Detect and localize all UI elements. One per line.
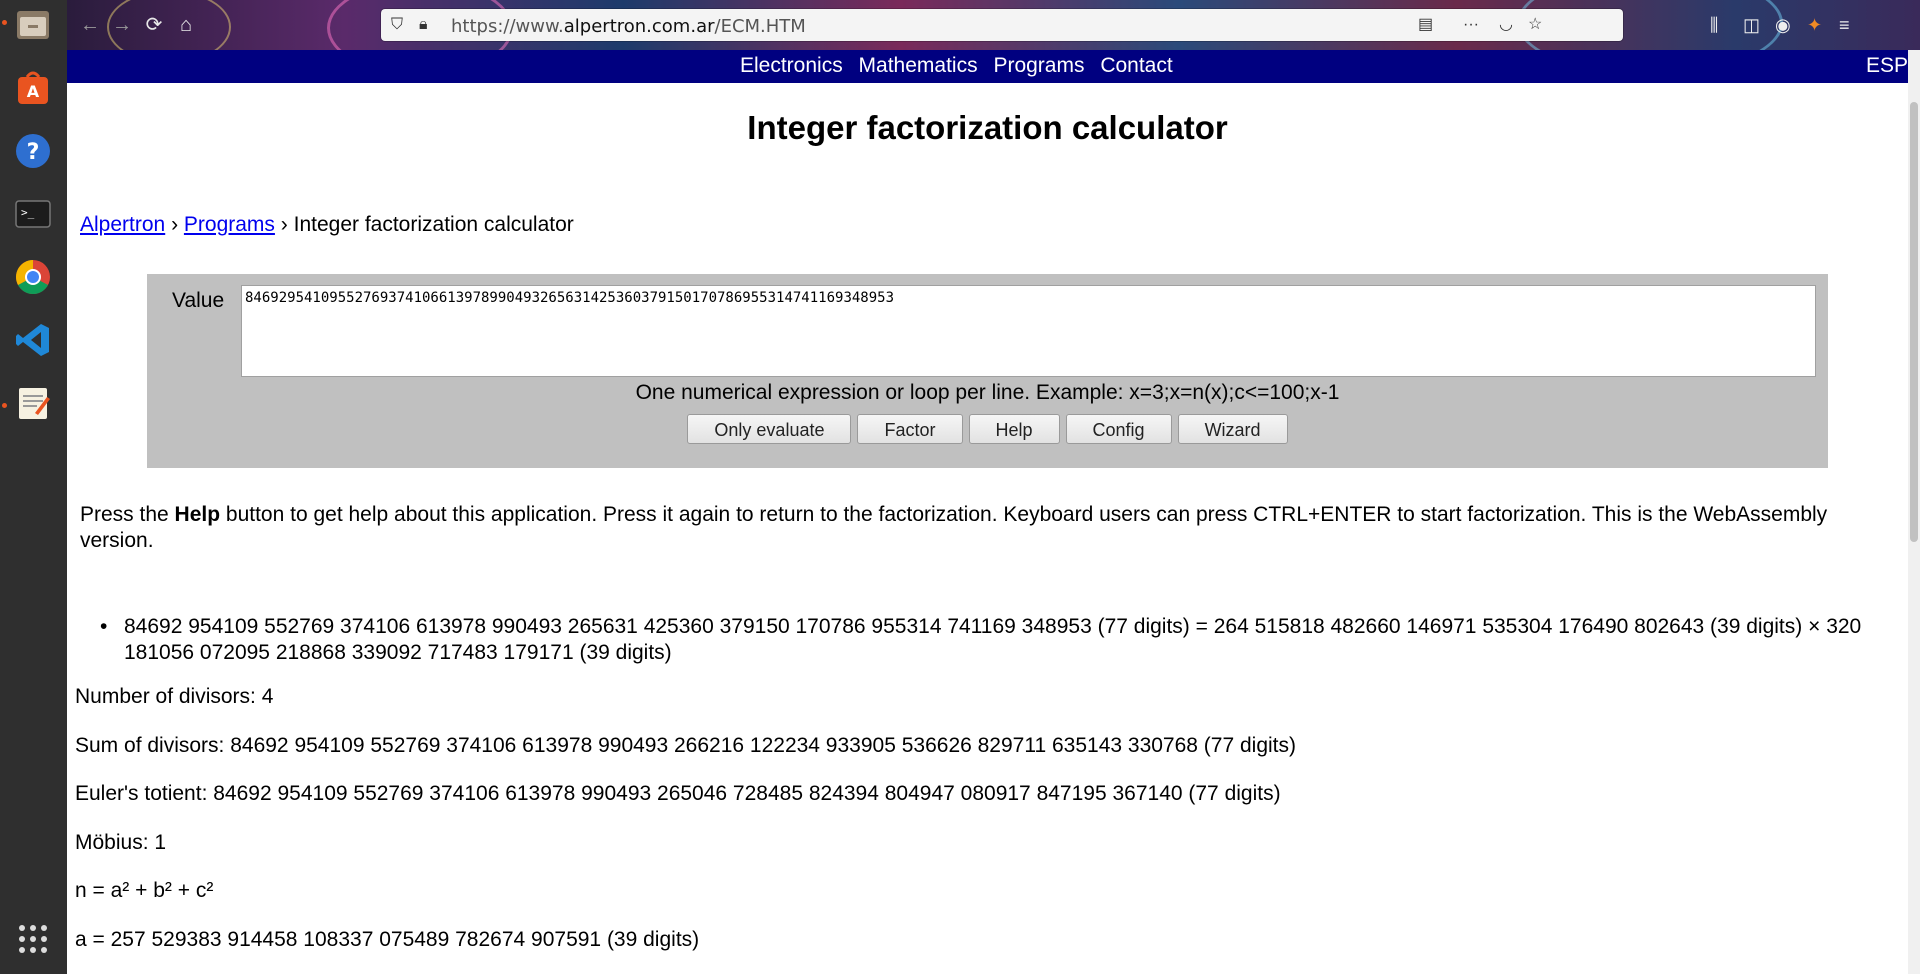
square-a-value: a = 257 529383 914458 108337 075489 7826… <box>75 928 700 951</box>
nav-programs-link[interactable]: Programs <box>993 54 1084 77</box>
number-of-divisors: Number of divisors: 4 <box>75 685 274 708</box>
text-editor-icon[interactable] <box>10 380 56 426</box>
breadcrumb-current: Integer factorization calculator <box>293 213 574 236</box>
lock-icon[interactable]: 🔒︎ <box>419 15 428 35</box>
factor-button[interactable]: Factor <box>857 414 963 444</box>
wizard-button[interactable]: Wizard <box>1177 414 1288 444</box>
nav-mathematics-link[interactable]: Mathematics <box>859 54 978 77</box>
svg-text:?: ? <box>27 140 40 165</box>
factorization-result-list: 84692 954109 552769 374106 613978 990493… <box>100 614 1890 666</box>
mobius-value: Möbius: 1 <box>75 831 167 854</box>
sum-of-divisors: Sum of divisors: 84692 954109 552769 374… <box>75 734 1297 757</box>
ubuntu-dock: A ? >_ <box>0 0 67 974</box>
factorization-result: 84692 954109 552769 374106 613978 990493… <box>100 614 1890 666</box>
menu-icon[interactable]: ≡ <box>1839 12 1850 38</box>
browser-toolbar: ← → ⟳ ⌂ ⛉ 🔒︎ https://www.alpertron.com.a… <box>67 0 1920 50</box>
config-button[interactable]: Config <box>1065 414 1172 444</box>
pocket-icon[interactable]: ◡ <box>1499 15 1513 35</box>
software-center-icon[interactable]: A <box>10 65 56 111</box>
nav-electronics-link[interactable]: Electronics <box>740 54 843 77</box>
site-nav: Electronics Mathematics Programs Contact… <box>67 50 1908 83</box>
sum-of-squares-formula: n = a² + b² + c² <box>75 879 214 902</box>
breadcrumb-alpertron-link[interactable]: Alpertron <box>80 213 165 236</box>
sidebar-icon[interactable]: ◫ <box>1743 12 1760 38</box>
library-icon[interactable]: ⫼ <box>1710 12 1718 38</box>
help-text-post: button to get help about this applicatio… <box>80 503 1828 552</box>
language-esp-link[interactable]: ESP <box>1866 54 1908 78</box>
scrollbar-thumb[interactable] <box>1910 102 1918 542</box>
account-icon[interactable]: ◉ <box>1775 12 1791 38</box>
input-hint: One numerical expression or loop per lin… <box>635 381 1340 404</box>
value-label: Value <box>172 289 225 312</box>
breadcrumb-separator: › <box>280 213 288 236</box>
show-applications-icon[interactable] <box>10 916 56 962</box>
home-icon[interactable]: ⌂ <box>173 12 199 38</box>
help-text-pre: Press the <box>80 503 175 526</box>
running-indicator <box>2 403 7 408</box>
page-actions-icon[interactable]: ··· <box>1463 15 1479 35</box>
terminal-icon[interactable]: >_ <box>10 191 56 237</box>
page-content: Integer factorization calculator Alpertr… <box>67 83 1908 974</box>
url-text[interactable]: https://www.alpertron.com.ar/ECM.HTM <box>451 16 806 37</box>
back-icon[interactable]: ← <box>77 12 103 38</box>
vscode-icon[interactable] <box>10 317 56 363</box>
reader-view-icon[interactable]: ▤ <box>1418 15 1433 35</box>
value-input[interactable]: 8469295410955276937410661397899049326563… <box>241 285 1816 377</box>
extension-fox-icon[interactable]: ✦ <box>1807 12 1822 38</box>
svg-text:>_: >_ <box>21 206 35 219</box>
reload-icon[interactable]: ⟳ <box>141 12 167 38</box>
url-bar[interactable]: ⛉ 🔒︎ https://www.alpertron.com.ar/ECM.HT… <box>381 9 1623 41</box>
breadcrumb: Alpertron › Programs › Integer factoriza… <box>80 213 574 237</box>
nav-contact-link[interactable]: Contact <box>1100 54 1172 77</box>
help-icon[interactable]: ? <box>10 128 56 174</box>
running-indicator <box>2 20 7 25</box>
help-text-bold: Help <box>174 503 221 526</box>
chrome-icon[interactable] <box>10 254 56 300</box>
tracking-shield-icon[interactable]: ⛉ <box>391 15 403 35</box>
only-evaluate-button[interactable]: Only evaluate <box>687 414 852 444</box>
help-button[interactable]: Help <box>968 414 1060 444</box>
calculator-panel: Value 8469295410955276937410661397899049… <box>147 274 1828 468</box>
button-row: Only evaluate Factor Help Config Wizard <box>147 414 1828 444</box>
scrollbar[interactable] <box>1908 50 1920 974</box>
breadcrumb-programs-link[interactable]: Programs <box>184 213 275 236</box>
files-icon[interactable] <box>10 2 56 48</box>
forward-icon[interactable]: → <box>109 12 135 38</box>
bookmark-star-icon[interactable]: ☆ <box>1528 15 1542 35</box>
breadcrumb-separator: › <box>171 213 179 236</box>
euler-totient: Euler's totient: 84692 954109 552769 374… <box>75 782 1281 805</box>
page-title: Integer factorization calculator <box>747 109 1228 146</box>
svg-text:A: A <box>27 82 40 101</box>
help-paragraph: Press the Help button to get help about … <box>80 502 1860 554</box>
